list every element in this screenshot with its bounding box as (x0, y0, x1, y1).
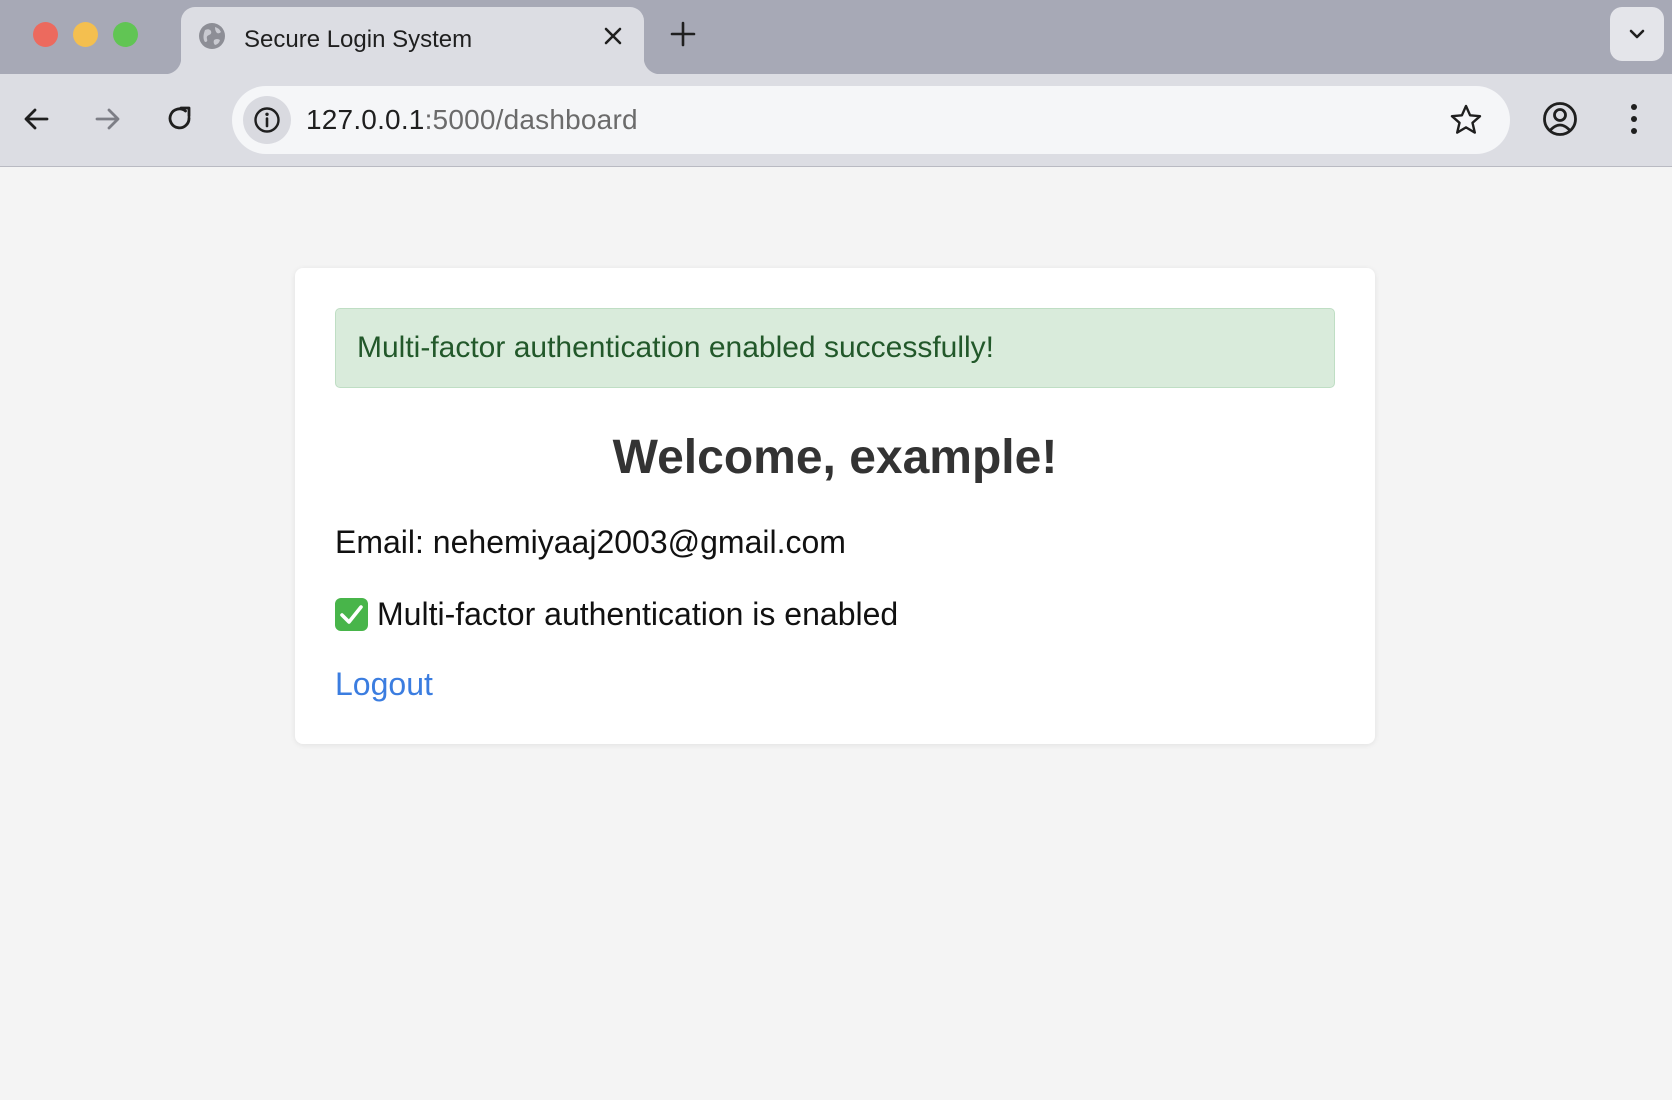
info-icon (254, 107, 280, 133)
profile-icon[interactable] (1541, 100, 1579, 138)
reload-icon[interactable] (162, 101, 198, 137)
star-icon[interactable] (1448, 102, 1484, 138)
kebab-menu-icon[interactable] (1616, 100, 1652, 138)
url-text[interactable]: 127.0.0.1:5000/dashboard (306, 104, 638, 136)
browser-toolbar: 127.0.0.1:5000/dashboard (0, 74, 1672, 167)
minimize-window-button[interactable] (73, 22, 98, 47)
url-path: :5000/dashboard (424, 104, 638, 135)
logout-link[interactable]: Logout (335, 666, 433, 703)
maximize-window-button[interactable] (113, 22, 138, 47)
site-info-button[interactable] (243, 96, 291, 144)
forward-arrow-icon[interactable] (89, 101, 125, 137)
email-line: Email: nehemiyaaj2003@gmail.com (335, 524, 846, 560)
welcome-heading: Welcome, example! (612, 431, 1058, 484)
url-host: 127.0.0.1 (306, 104, 425, 135)
dashboard-card: Multi-factor authentication enabled succ… (295, 268, 1375, 744)
browser-tab[interactable]: Secure Login System (165, 7, 660, 74)
plus-icon[interactable] (668, 19, 698, 49)
mfa-status-text: Multi-factor authentication is enabled (377, 596, 899, 632)
close-window-button[interactable] (33, 22, 58, 47)
mfa-status: Multi-factor authentication is enabled (335, 596, 898, 633)
chevron-down-icon (1629, 29, 1645, 39)
check-mark-icon (335, 598, 368, 631)
success-alert: Multi-factor authentication enabled succ… (335, 308, 1335, 388)
tab-title: Secure Login System (244, 26, 473, 53)
tab-bar: Secure Login System (0, 0, 1672, 74)
globe-icon (199, 23, 225, 49)
address-bar[interactable]: 127.0.0.1:5000/dashboard (232, 86, 1510, 154)
close-icon[interactable] (600, 23, 626, 49)
back-arrow-icon[interactable] (19, 101, 55, 137)
tab-search-button[interactable] (1610, 7, 1664, 61)
